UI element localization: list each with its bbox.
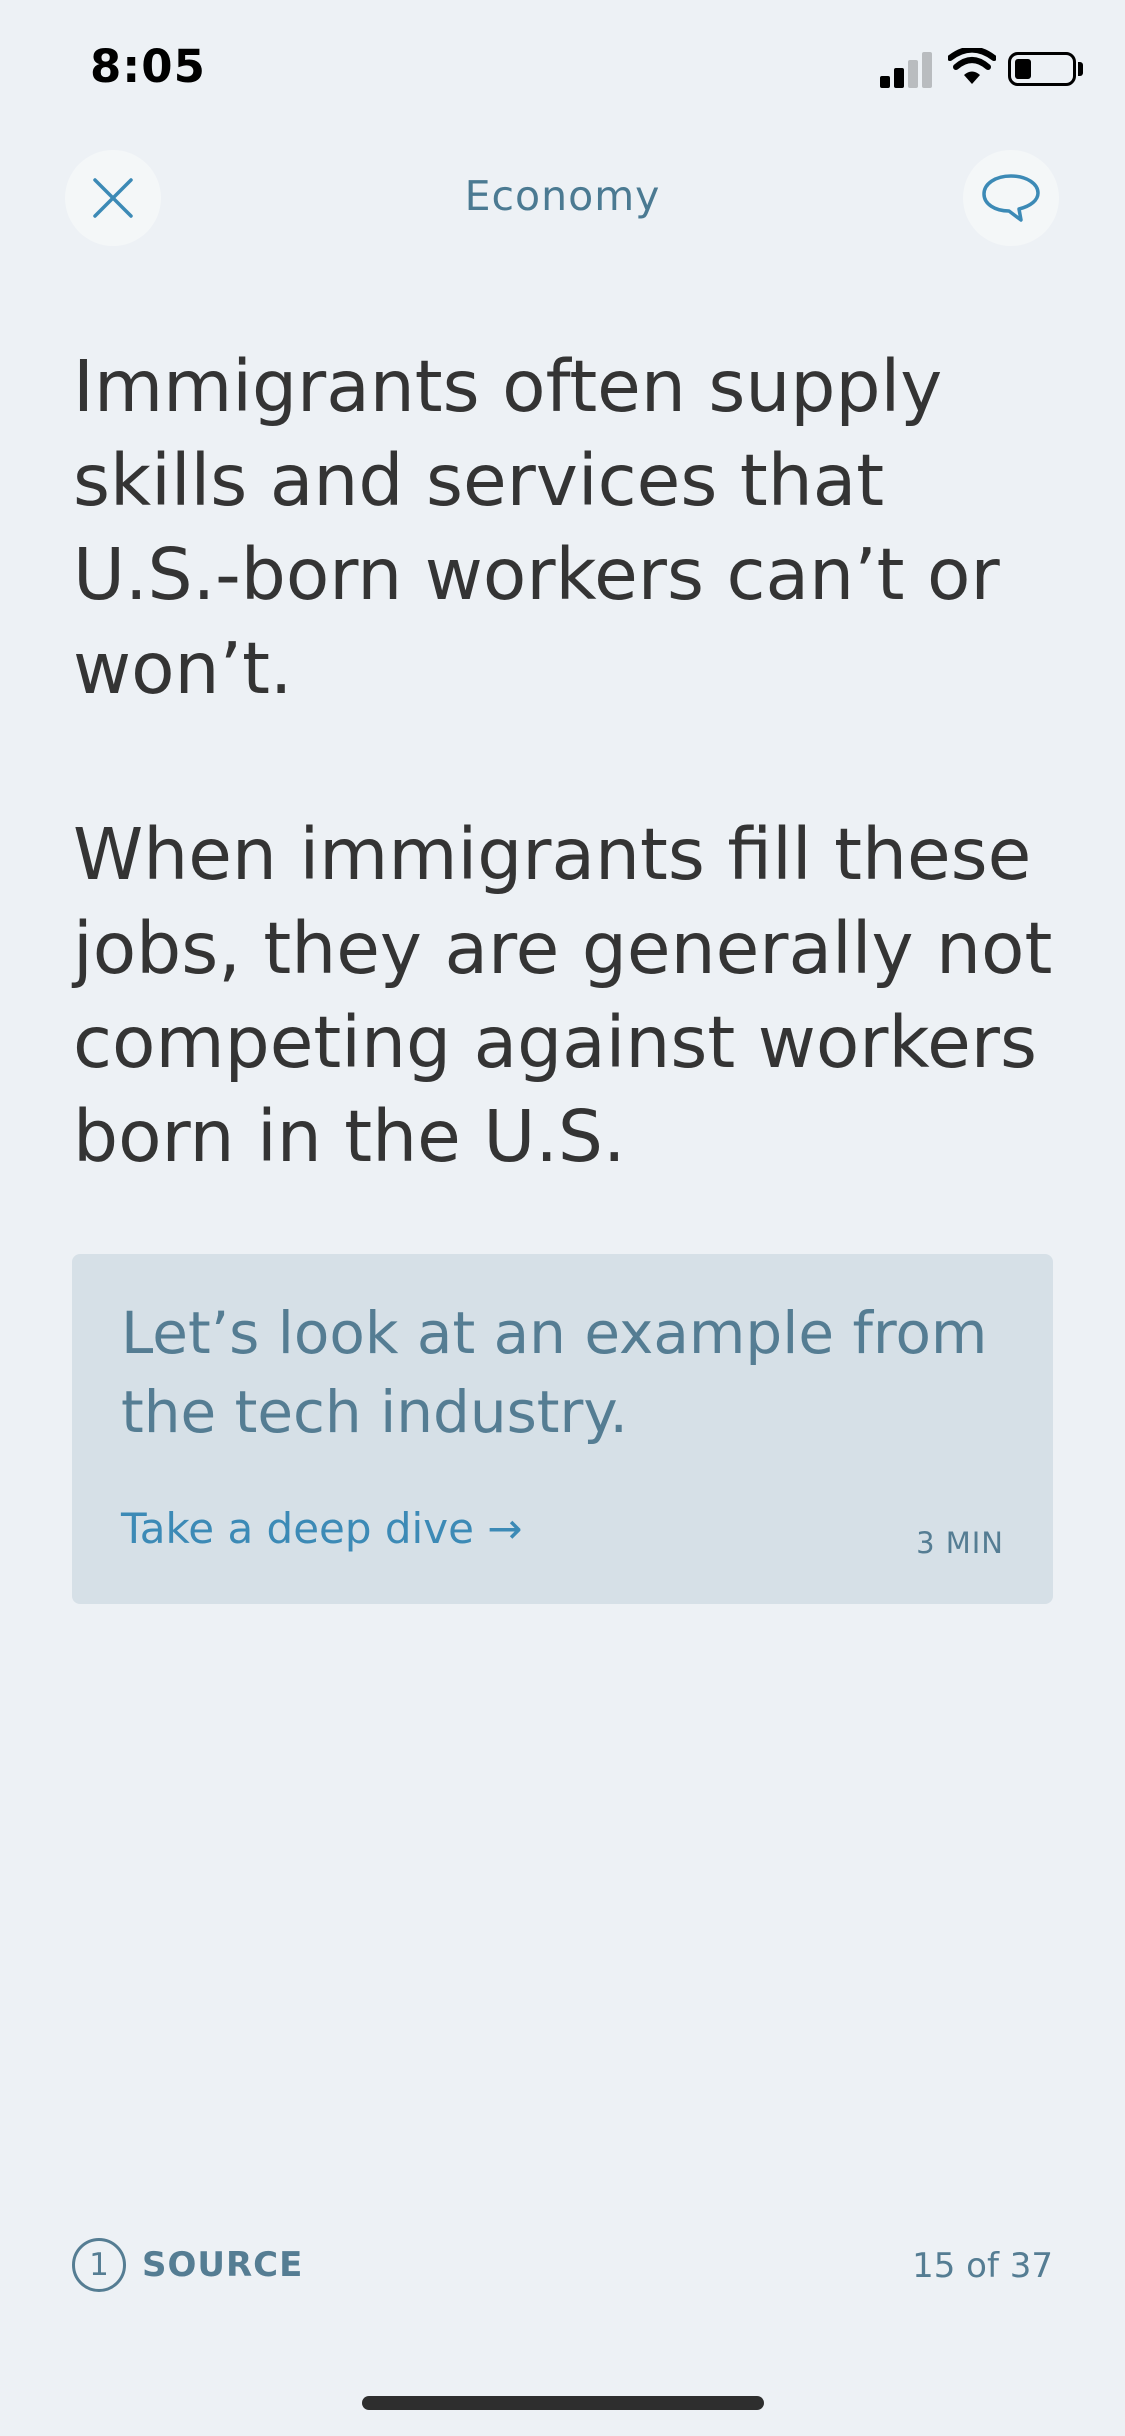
status-time: 8:05	[90, 40, 206, 93]
paragraph-1: Immigrants often supply skills and servi…	[73, 345, 1000, 710]
home-indicator[interactable]	[362, 2396, 764, 2410]
battery-nub	[1078, 62, 1083, 76]
source-label: SOURCE	[142, 2245, 304, 2285]
deep-dive-card[interactable]: Let’s look at an example from the tech i…	[72, 1254, 1053, 1604]
wifi-icon	[947, 46, 997, 86]
source-count-badge: 1	[72, 2238, 126, 2292]
page-title: Economy	[464, 172, 661, 220]
deep-dive-link[interactable]: Take a deep dive →	[121, 1504, 522, 1553]
paragraph-2: When immigrants fill these jobs, they ar…	[73, 813, 1053, 1178]
source-button[interactable]: 1 SOURCE	[72, 2238, 303, 2292]
read-time: 3 MIN	[916, 1526, 1004, 1560]
deep-dive-text: Let’s look at an example from the tech i…	[121, 1299, 988, 1446]
status-bar: 8:05	[0, 0, 1125, 130]
comments-button[interactable]	[963, 150, 1059, 246]
chat-bubble-icon	[982, 174, 1040, 222]
page-counter: 15 of 37	[912, 2246, 1053, 2286]
article-body: Immigrants often supply skills and servi…	[73, 340, 1073, 1276]
battery-icon	[1008, 52, 1076, 86]
cellular-signal-icon	[880, 52, 934, 88]
